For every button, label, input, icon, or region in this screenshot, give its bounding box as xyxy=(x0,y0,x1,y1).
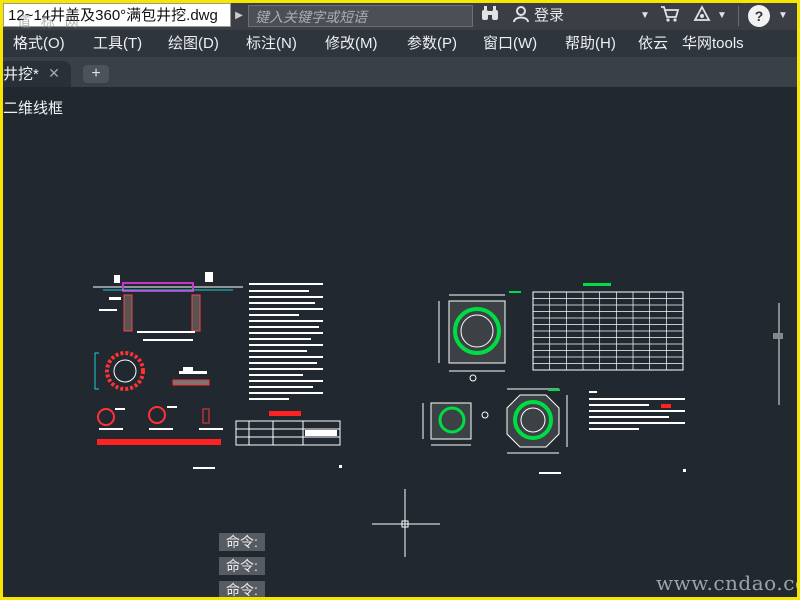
pipe-ring-plan-small xyxy=(94,351,210,391)
command-history-line: 命令: xyxy=(219,581,265,597)
autodesk-exchange-icon[interactable] xyxy=(691,5,713,27)
file-tab[interactable]: 井挖* ✕ xyxy=(3,61,71,87)
notes-text-block xyxy=(249,283,323,416)
help-button[interactable]: ? xyxy=(748,5,770,27)
menu-bar: 格式(O) 工具(T) 绘图(D) 标注(N) 修改(M) 参数(P) 窗口(W… xyxy=(3,30,797,57)
notes-text-block-right xyxy=(589,391,686,472)
manhole-plan-octagon xyxy=(506,388,568,474)
menu-item-tools[interactable]: 工具(T) xyxy=(93,30,142,57)
menu-item-dimension[interactable]: 标注(N) xyxy=(246,30,297,57)
drawing-canvas[interactable]: 二维线框 命令: 命令: 命令: www.cndao.c xyxy=(3,87,797,597)
menu-item-window[interactable]: 窗口(W) xyxy=(483,30,537,57)
menu-item-help[interactable]: 帮助(H) xyxy=(565,30,616,57)
drawing-sheets xyxy=(93,272,783,557)
title-block-table-left xyxy=(235,420,342,468)
autocad-window: 12~14井盖及360°满包井挖.dwg 道 标 网 ▶ 键入关键字或短语 登录… xyxy=(3,3,797,597)
login-button[interactable]: 登录 xyxy=(534,5,564,27)
menu-item-huawang-tools[interactable]: 华网tools xyxy=(682,30,744,57)
new-tab-button[interactable]: + xyxy=(83,65,109,83)
binoculars-icon[interactable] xyxy=(479,5,501,27)
user-icon[interactable] xyxy=(510,5,532,27)
tab-label: 井挖* xyxy=(3,66,39,83)
site-watermark: www.cndao.com xyxy=(656,571,797,595)
chevron-down-icon[interactable]: ▼ xyxy=(777,5,789,27)
menu-item-draw[interactable]: 绘图(D) xyxy=(168,30,219,57)
search-input[interactable]: 键入关键字或短语 xyxy=(248,5,473,27)
close-icon[interactable]: ✕ xyxy=(47,66,61,80)
command-history-line: 命令: xyxy=(219,533,265,551)
chevron-down-icon[interactable]: ▼ xyxy=(639,5,651,27)
menu-item-yiyun[interactable]: 依云 xyxy=(638,30,668,57)
partial-sheet-edge xyxy=(773,303,783,405)
site-watermark-logo: 道 标 网 xyxy=(17,14,82,30)
toolbar-divider xyxy=(738,6,739,26)
title-bar: 12~14井盖及360°满包井挖.dwg 道 标 网 ▶ 键入关键字或短语 登录… xyxy=(3,3,797,30)
reinforcement-table xyxy=(532,283,684,371)
menu-item-parametric[interactable]: 参数(P) xyxy=(407,30,457,57)
manhole-plan-large xyxy=(438,291,521,382)
menu-item-format[interactable]: 格式(O) xyxy=(13,30,65,57)
crosshair-cursor-icon xyxy=(372,489,440,557)
cart-icon[interactable] xyxy=(658,5,682,27)
file-tab-bar: 井挖* ✕ + xyxy=(3,57,797,87)
manhole-plan-small xyxy=(422,402,489,446)
menu-item-modify[interactable]: 修改(M) xyxy=(325,30,378,57)
command-history-line: 命令: xyxy=(219,557,265,575)
well-cover-section-drawing xyxy=(93,272,243,341)
chevron-right-icon[interactable]: ▶ xyxy=(232,5,246,27)
detail-circles-row xyxy=(97,406,223,469)
chevron-down-icon[interactable]: ▼ xyxy=(716,5,728,27)
